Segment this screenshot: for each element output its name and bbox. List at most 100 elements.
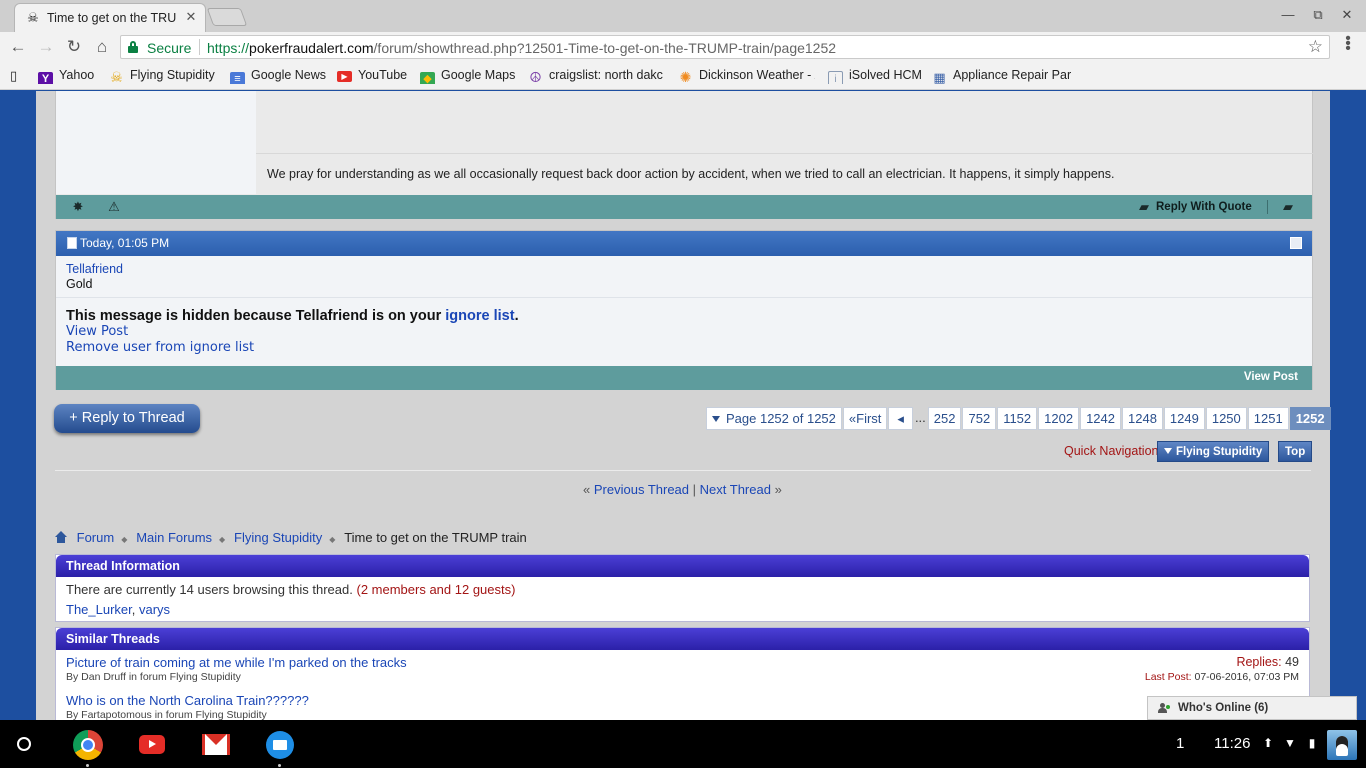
post-username[interactable]: Tellafriend [66,262,123,276]
bookmark-label: YouTube [358,68,408,82]
forward-icon[interactable]: → [35,37,57,57]
hidden-message-text: This message is hidden because Tellafrie… [66,308,446,324]
hidden-message-period: . [514,308,519,324]
lock-icon [128,41,138,53]
files-app[interactable] [265,730,295,767]
page-link[interactable]: 752 [962,407,997,430]
page-link[interactable]: 1250 [1205,407,1247,430]
quick-nav-forum-button[interactable]: Flying Stupidity [1157,441,1270,462]
page-selector[interactable]: Page 1252 of 1252 [706,407,842,430]
yahoo-icon: Y [38,72,53,84]
notification-count[interactable]: 1 [1176,735,1184,752]
similar-thread-link[interactable]: Picture of train coming at me while I'm … [66,655,407,670]
address-bar[interactable]: Secure https://pokerfraudalert.com/forum… [120,35,1330,59]
breadcrumb-flying-stupidity[interactable]: Flying Stupidity [234,530,322,545]
bookmark-google-news[interactable]: ≡ Google News [230,68,326,84]
multiquote-icon[interactable]: ▰ [1280,199,1296,215]
home-icon[interactable] [55,531,67,543]
back-icon[interactable]: ← [7,37,29,57]
tab-close-icon[interactable]: ✕ [183,9,199,25]
warning-icon[interactable]: ⚠ [106,199,122,215]
browser-tab[interactable]: ☠ Time to get on the TRUMP train ✕ [14,3,206,32]
next-thread-link[interactable]: Next Thread [700,482,771,497]
launcher-icon[interactable] [17,737,31,751]
whos-online-button[interactable]: Who's Online (6) [1147,696,1357,720]
bookmark-youtube[interactable]: ▶ YouTube [337,68,407,84]
bookmark-flying-stupidity[interactable]: ☠ Flying Stupidity [109,68,215,84]
post-header: Today, 01:05 PM [56,231,1312,256]
right-quote-glyph: » [774,482,782,497]
post-footer: ✸ ⚠ ▰ Reply With Quote ▰ [56,195,1312,219]
similar-thread-author: By Dan Druff in forum Flying Stupidity [66,671,241,683]
top-button[interactable]: Top [1278,441,1313,462]
breadcrumb-main-forums[interactable]: Main Forums [136,530,212,545]
thread-navigation: « Previous Thread | Next Thread » [583,482,782,497]
post-document-icon [67,237,77,249]
user-link[interactable]: The_Lurker [66,602,132,617]
ignore-list-link[interactable]: ignore list [445,308,514,324]
user-link[interactable]: varys [139,602,170,617]
apps-page-icon[interactable]: ▯ [10,68,22,84]
url-text: https://pokerfraudalert.com/forum/showth… [207,40,836,56]
prev-page-icon[interactable]: ◂ [888,407,913,430]
bookmark-isolved[interactable]: i iSolved HCM [828,68,922,84]
page-link[interactable]: 1248 [1122,407,1163,430]
reply-with-quote-button[interactable]: Reply With Quote [1156,201,1252,213]
bookmark-google-maps[interactable]: ◆ Google Maps [420,68,515,84]
page-link[interactable]: 1152 [997,407,1038,430]
page-link[interactable]: 1251 [1247,407,1289,430]
chrome-menu-icon[interactable]: • • • [1343,31,1353,57]
replies-count: 49 [1285,655,1299,669]
first-page-button[interactable]: «First [842,407,888,430]
avatar[interactable] [1327,730,1357,760]
view-post-link[interactable]: View Post [66,324,128,339]
remove-from-ignore-link[interactable]: Remove user from ignore list [66,340,254,355]
previous-thread-link[interactable]: Previous Thread [594,482,689,497]
window-close-icon[interactable]: ✕ [1337,6,1357,24]
post-select-checkbox[interactable] [1290,237,1302,249]
bookmark-label: Appliance Repair Par [953,68,1072,82]
tab-strip: ☠ Time to get on the TRUMP train ✕ — ⧉ ✕ [0,0,1366,32]
signature-divider [256,153,1313,154]
upload-icon: ⬆ [1262,736,1274,750]
post-date: Today, 01:05 PM [80,236,170,250]
bookmark-appliance-repair[interactable]: ▦ Appliance Repair Par [932,68,1072,84]
post-signature: We pray for understanding as we all occa… [267,167,1115,181]
block-title: Similar Threads [56,628,1309,650]
youtube-app[interactable] [137,730,167,760]
hidden-post: Today, 01:05 PM Tellafriend Gold This me… [55,230,1313,390]
page-link[interactable]: 252 [927,407,962,430]
similar-thread-link[interactable]: Who is on the North Carolina Train?????? [66,693,309,708]
gmail-app[interactable] [201,730,231,760]
maximize-icon[interactable]: ⧉ [1308,6,1328,24]
google-news-icon: ≡ [230,72,245,84]
page-link[interactable]: 1249 [1163,407,1205,430]
reload-icon[interactable]: ↻ [63,37,85,57]
online-dot-icon [1166,705,1170,709]
footer-view-post-button[interactable]: View Post [1244,371,1298,383]
bookmark-dickinson-weather[interactable]: ✺ Dickinson Weather - / [678,68,815,84]
bookmark-yahoo[interactable]: Y Yahoo [38,68,94,84]
gear-icon[interactable]: ✸ [70,199,86,215]
browsing-text: There are currently 14 users browsing th… [66,582,353,597]
google-maps-icon: ◆ [420,72,435,84]
bookmark-craigslist[interactable]: ☮ craigslist: north dakc [528,68,666,84]
wifi-icon: ▼ [1284,736,1296,750]
clock[interactable]: 11:26 [1214,735,1250,752]
page-link[interactable]: 1242 [1080,407,1121,430]
skull-crossbones-icon: ☠ [27,10,39,25]
page-label: Page 1252 of 1252 [726,411,836,426]
bookmark-label: Dickinson Weather - / [699,68,815,82]
breadcrumb-forum[interactable]: Forum [77,530,115,545]
chrome-app[interactable] [73,730,103,767]
minimize-icon[interactable]: — [1278,6,1298,24]
forum-page: We pray for understanding as we all occa… [36,91,1331,720]
page-link[interactable]: 1202 [1038,407,1080,430]
skull-icon: ☠ [110,69,123,85]
bookmark-label: iSolved HCM [849,68,922,82]
left-quote-glyph: « [583,482,591,497]
reply-to-thread-button[interactable]: + Reply to Thread [54,404,200,433]
new-tab-button[interactable] [206,8,248,26]
bookmark-star-icon[interactable]: ☆ [1308,37,1323,57]
home-icon[interactable]: ⌂ [91,37,113,57]
